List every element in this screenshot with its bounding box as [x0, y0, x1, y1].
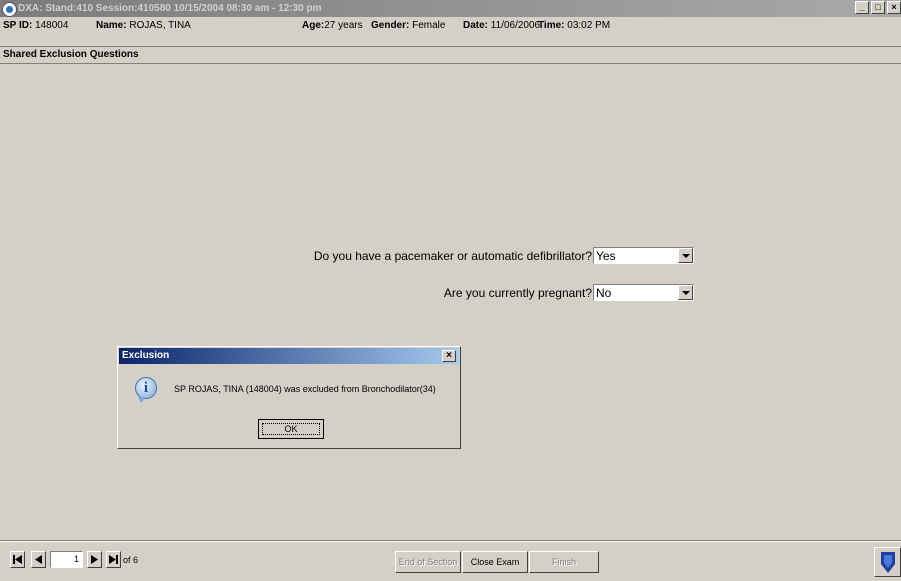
page-number-input[interactable]: 1	[50, 551, 83, 568]
logo-button[interactable]	[874, 547, 901, 577]
first-page-icon	[13, 555, 22, 564]
dialog-close-button[interactable]: ×	[442, 350, 456, 362]
page-count: of 6	[123, 555, 139, 565]
next-page-icon	[91, 555, 98, 564]
last-page-icon	[109, 555, 118, 564]
next-page-button[interactable]	[87, 551, 102, 568]
pacemaker-question-label: Do you have a pacemaker or automatic def…	[313, 249, 592, 263]
previous-page-icon	[35, 555, 42, 564]
chevron-down-icon[interactable]	[678, 285, 693, 300]
end-of-section-button[interactable]: End of Section	[395, 551, 461, 573]
gender-label: Gender:	[371, 20, 410, 31]
age-value: 27 years	[324, 20, 363, 31]
finish-button[interactable]: Finish	[529, 551, 599, 573]
ok-button-label: OK	[284, 424, 298, 434]
gender-field: Gender: Female	[371, 20, 445, 31]
bottom-divider	[0, 540, 901, 542]
pregnant-select[interactable]: No	[593, 284, 694, 301]
dialog-title: Exclusion	[122, 350, 170, 361]
date-label: Date:	[463, 20, 489, 31]
pregnant-question-label: Are you currently pregnant?	[443, 286, 592, 300]
window-title-bar[interactable]: DXA: Stand:410 Session:410580 10/15/2004…	[0, 0, 901, 17]
shield-logo-icon	[881, 552, 895, 573]
name-label: Name:	[96, 20, 127, 31]
ok-button[interactable]: OK	[258, 419, 324, 439]
exclusion-dialog: Exclusion × i SP ROJAS, TINA (148004) wa…	[117, 346, 461, 449]
time-label: Time:	[538, 20, 565, 31]
pacemaker-select[interactable]: Yes	[593, 247, 694, 264]
participant-info-bar: SP ID: 148004 Name: ROJAS, TINA Age:27 y…	[0, 17, 901, 47]
date-field: Date: 11/06/2006	[463, 20, 540, 31]
window-controls: _ □ ×	[855, 1, 901, 14]
dialog-title-bar[interactable]: Exclusion ×	[119, 348, 459, 364]
close-window-button[interactable]: ×	[887, 1, 901, 14]
last-page-button[interactable]	[106, 551, 121, 568]
minimize-button[interactable]: _	[855, 1, 869, 14]
name-field: Name: ROJAS, TINA	[96, 20, 191, 31]
first-page-button[interactable]	[10, 551, 25, 568]
pacemaker-select-value: Yes	[596, 249, 616, 263]
pregnant-select-value: No	[596, 286, 612, 300]
info-icon: i	[135, 377, 157, 403]
sp-id-label: SP ID:	[3, 20, 33, 31]
age-field: Age:27 years	[302, 20, 363, 31]
maximize-button[interactable]: □	[871, 1, 885, 14]
sp-id-field: SP ID: 148004	[3, 20, 68, 31]
close-exam-button[interactable]: Close Exam	[462, 551, 528, 573]
age-label: Age:	[302, 20, 325, 31]
section-header: Shared Exclusion Questions	[0, 46, 901, 64]
gender-value: Female	[412, 20, 446, 31]
time-value: 03:02 PM	[567, 20, 611, 31]
sp-id-value: 148004	[35, 20, 69, 31]
window-title: DXA: Stand:410 Session:410580 10/15/2004…	[18, 3, 322, 14]
time-field: Time: 03:02 PM	[538, 20, 610, 31]
previous-page-button[interactable]	[31, 551, 46, 568]
section-title: Shared Exclusion Questions	[3, 49, 139, 60]
chevron-down-icon[interactable]	[678, 248, 693, 263]
app-icon	[2, 2, 17, 17]
dialog-message: SP ROJAS, TINA (148004) was excluded fro…	[174, 384, 436, 394]
date-value: 11/06/2006	[490, 20, 541, 31]
name-value: ROJAS, TINA	[129, 20, 191, 31]
